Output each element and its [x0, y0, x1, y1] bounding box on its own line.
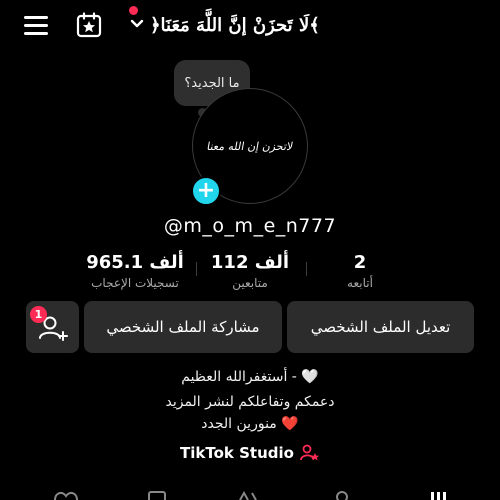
avatar-calligraphy: لاتحزن إن الله معنا: [205, 139, 295, 153]
calendar-button[interactable]: [76, 12, 102, 38]
likes-count: 965.1 ألف: [86, 252, 184, 273]
likes-label: تسجيلات الإعجاب: [91, 276, 179, 290]
edit-profile-button[interactable]: تعديل الملف الشخصي: [287, 301, 474, 353]
share-profile-button[interactable]: مشاركة الملف الشخصي: [84, 301, 282, 353]
tiktok-studio-link[interactable]: TikTok Studio: [0, 444, 500, 462]
account-switcher[interactable]: ﴿لَا تَحزَنْ إنَّ اللَّهَ مَعَنَا﴾: [130, 6, 320, 44]
repost-icon: [239, 490, 257, 500]
followers-label: متابعين: [232, 276, 268, 290]
edit-profile-label: تعديل الملف الشخصي: [310, 318, 451, 336]
studio-label: TikTok Studio: [180, 444, 294, 462]
stat-divider: [306, 262, 307, 276]
heart-icon: [54, 491, 78, 500]
username: @m_o_m_e_n777: [163, 215, 337, 237]
followers-stat[interactable]: 112 ألف متابعين: [205, 252, 295, 290]
likes-stat[interactable]: 965.1 ألف تسجيلات الإعجاب: [80, 252, 190, 290]
hamburger-menu-icon: [24, 16, 48, 19]
share-profile-label: مشاركة الملف الشخصي: [106, 318, 260, 336]
bio-line-2: دعمكم وتفاعلكم لنشر المزيد: [165, 394, 335, 410]
grid-icon: [431, 492, 446, 500]
calendar-star-icon: [76, 12, 102, 38]
following-count: 2: [353, 252, 367, 273]
following-label: أتابعه: [347, 276, 373, 290]
bio-line-3: منورين الجدد ❤️: [201, 416, 299, 432]
bookmark-icon: [148, 491, 166, 500]
display-name: ﴿لَا تَحزَنْ إنَّ اللَّهَ مَعَنَا﴾: [150, 14, 320, 36]
creator-user-star-icon: [300, 444, 319, 461]
bubble-text: ما الجديد؟: [184, 75, 240, 91]
following-stat[interactable]: 2 أتابعه: [325, 252, 395, 290]
stat-divider: [196, 262, 197, 276]
notification-badge: 1: [30, 306, 47, 323]
menu-button[interactable]: [24, 16, 48, 36]
bio-line-1: أستغفرالله العظيم - 🤍: [181, 369, 319, 385]
followers-count: 112 ألف: [210, 252, 290, 273]
chevron-down-icon: [130, 17, 144, 33]
add-story-button[interactable]: +: [191, 176, 221, 206]
plus-icon: +: [196, 178, 216, 203]
lock-icon: [336, 491, 348, 500]
content-tabs-partial: [54, 490, 446, 500]
